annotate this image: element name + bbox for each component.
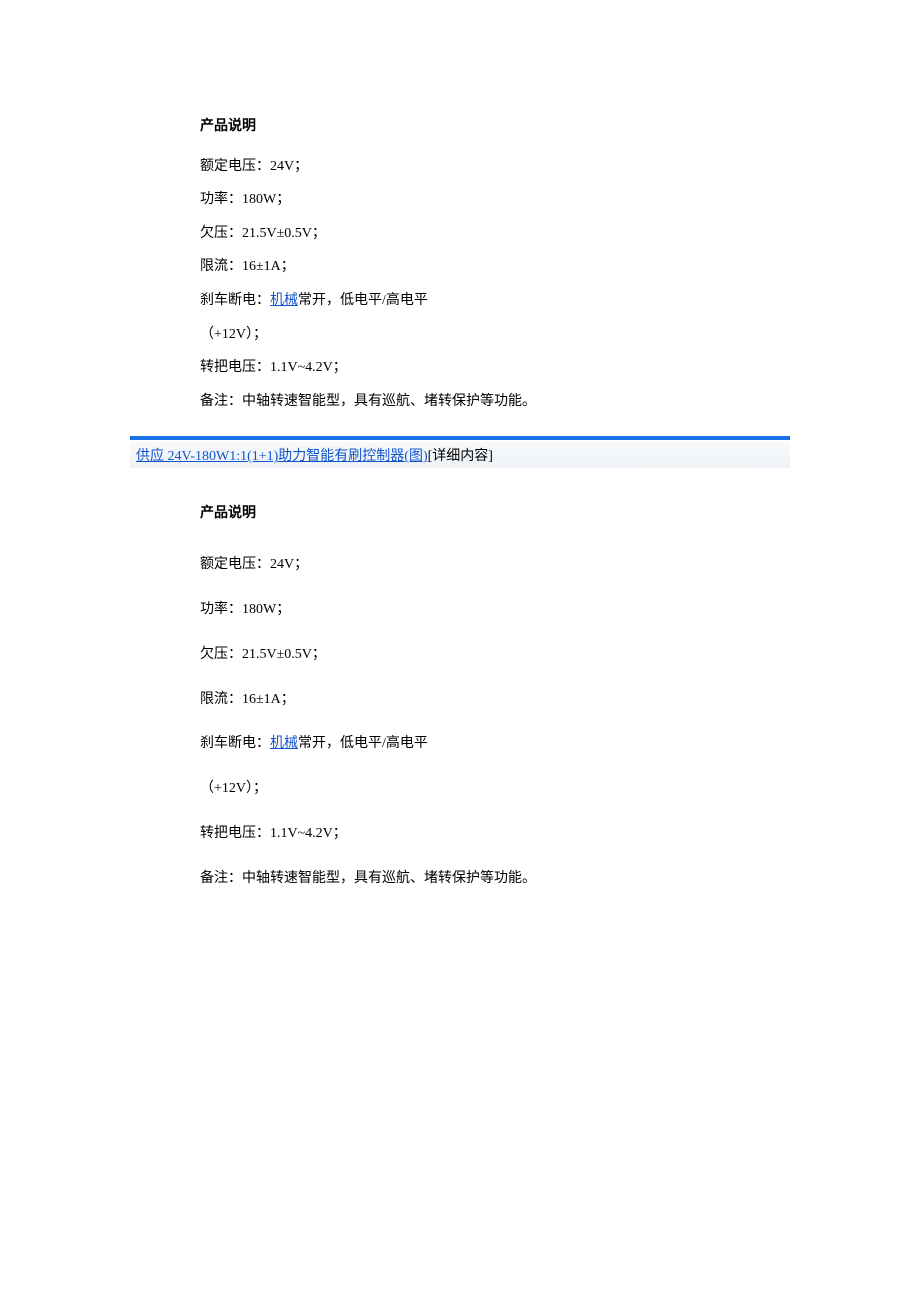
spec-line: 功率：180W；	[200, 588, 920, 633]
spec-line: 额定电压：24V；	[200, 543, 920, 588]
section-heading: 产品说明	[200, 110, 920, 144]
product-title-link[interactable]: 供应 24V-180W1:1(1+1)助力智能有刷控制器(图)	[136, 449, 428, 464]
spec-line: 限流：16±1A；	[200, 250, 920, 284]
spec-text: 常开，低电平/高电平	[298, 293, 428, 308]
spec-text: 刹车断电：	[200, 736, 270, 751]
product-listing-block: 供应 24V-180W1:1(1+1)助力智能有刷控制器(图)[详细内容] 产品…	[0, 436, 920, 901]
mechanical-link[interactable]: 机械	[270, 736, 298, 751]
spec-text: 刹车断电：	[200, 293, 270, 308]
mechanical-link[interactable]: 机械	[270, 293, 298, 308]
section-heading: 产品说明	[200, 492, 920, 537]
spec-line: 刹车断电：机械常开，低电平/高电平	[200, 284, 920, 318]
spec-line: 额定电压：24V；	[200, 150, 920, 184]
product-spec-section-1: 产品说明 额定电压：24V； 功率：180W； 欠压：21.5V±0.5V； 限…	[0, 0, 920, 418]
spec-line: 转把电压：1.1V~4.2V；	[200, 812, 920, 857]
spec-line: 备注：中轴转速智能型，具有巡航、堵转保护等功能。	[200, 385, 920, 419]
spec-line: 欠压：21.5V±0.5V；	[200, 633, 920, 678]
spec-line: 功率：180W；	[200, 183, 920, 217]
blue-divider	[130, 436, 790, 440]
spec-line: 备注：中轴转速智能型，具有巡航、堵转保护等功能。	[200, 857, 920, 902]
product-spec-section-2: 产品说明 额定电压：24V； 功率：180W； 欠压：21.5V±0.5V； 限…	[0, 468, 920, 901]
spec-line: 限流：16±1A；	[200, 678, 920, 723]
detail-suffix: [详细内容]	[428, 449, 493, 464]
spec-line: 转把电压：1.1V~4.2V；	[200, 351, 920, 385]
spec-text: 常开，低电平/高电平	[298, 736, 428, 751]
spec-line: （+12V）；	[200, 767, 920, 812]
product-title-bar: 供应 24V-180W1:1(1+1)助力智能有刷控制器(图)[详细内容]	[130, 442, 790, 468]
spec-line: 刹车断电：机械常开，低电平/高电平	[200, 722, 920, 767]
spec-line: 欠压：21.5V±0.5V；	[200, 217, 920, 251]
spec-line: （+12V）；	[200, 318, 920, 352]
